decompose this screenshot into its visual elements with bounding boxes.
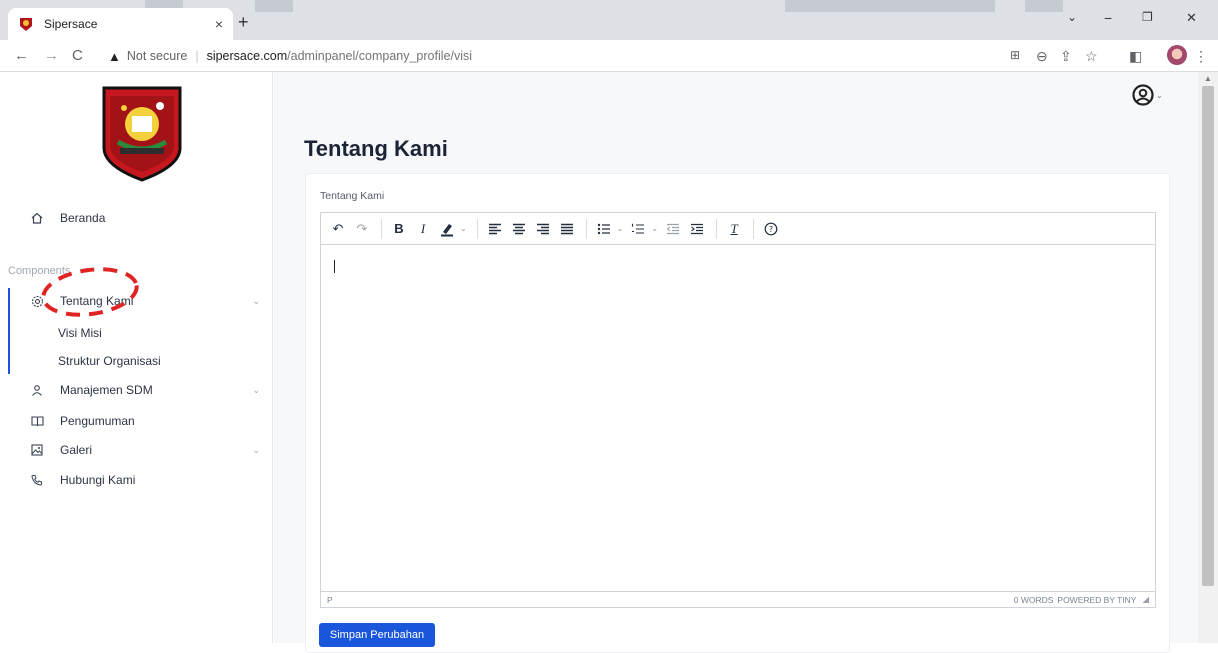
- warning-triangle-icon: ▲: [108, 48, 121, 64]
- chevron-down-icon[interactable]: ⌄: [651, 224, 658, 233]
- new-tab-button[interactable]: +: [238, 12, 249, 33]
- align-justify-icon[interactable]: [556, 218, 578, 240]
- tab-title: Sipersace: [44, 17, 98, 31]
- restore-button[interactable]: ❐: [1142, 10, 1153, 24]
- clear-formatting-icon[interactable]: T: [723, 218, 745, 240]
- outdent-icon[interactable]: [662, 218, 684, 240]
- sidebar: Beranda Components Tentang Kami ⌄ Visi M…: [0, 72, 273, 643]
- browser-tab[interactable]: Sipersace ×: [8, 8, 233, 40]
- url-field[interactable]: ▲ Not secure | sipersace.com /adminpanel…: [108, 44, 998, 68]
- main-content: ⌄ Tentang Kami Tentang Kami ↶ ↷ B I ⌄ ⌄ …: [274, 72, 1198, 653]
- sidebar-item-label: Galeri: [60, 443, 93, 457]
- reload-icon[interactable]: C: [72, 47, 83, 64]
- bold-icon[interactable]: B: [388, 218, 410, 240]
- indent-icon[interactable]: [686, 218, 708, 240]
- chevron-down-icon: ⌄: [1156, 90, 1163, 100]
- field-label: Tentang Kami: [320, 190, 385, 202]
- redo-icon[interactable]: ↷: [351, 218, 373, 240]
- sidebar-item-hubungi-kami[interactable]: Hubungi Kami: [30, 473, 260, 487]
- toolbar-divider: [716, 218, 718, 239]
- chevron-down-icon: ⌄: [252, 444, 260, 455]
- toolbar-divider: [476, 218, 478, 239]
- scrollbar-thumb[interactable]: [1202, 86, 1214, 586]
- sidebar-item-galeri[interactable]: Galeri ⌄: [30, 443, 260, 457]
- background-strip: [1025, 0, 1063, 12]
- bullet-list-icon[interactable]: [593, 218, 615, 240]
- sidebar-item-label: Hubungi Kami: [60, 473, 136, 487]
- sidebar-item-manajemen-sdm[interactable]: Manajemen SDM ⌄: [30, 383, 260, 397]
- form-card: Tentang Kami ↶ ↷ B I ⌄ ⌄ ⌄ T ? P 0 WORDS…: [305, 173, 1170, 653]
- save-changes-button[interactable]: Simpan Perubahan: [319, 623, 435, 647]
- submenu-item-struktur-organisasi[interactable]: Struktur Organisasi: [58, 354, 161, 368]
- sidebar-item-beranda[interactable]: Beranda: [30, 211, 105, 225]
- minimize-button[interactable]: −: [1104, 10, 1112, 26]
- book-icon: [30, 414, 44, 428]
- sidebar-item-label: Pengumuman: [60, 414, 135, 428]
- scroll-up-icon[interactable]: ▲: [1204, 74, 1212, 83]
- sidebar-item-label: Manajemen SDM: [60, 383, 153, 397]
- divider: |: [195, 49, 199, 63]
- toolbar-divider: [585, 218, 587, 239]
- home-icon: [30, 211, 44, 225]
- url-path: /adminpanel/company_profile/visi: [287, 49, 472, 63]
- rich-text-editor: ↶ ↷ B I ⌄ ⌄ ⌄ T ? P 0 WORDS POWERED BY T…: [320, 212, 1156, 608]
- resize-handle-icon[interactable]: ◢: [1142, 594, 1149, 605]
- editor-toolbar: ↶ ↷ B I ⌄ ⌄ ⌄ T ?: [321, 213, 1155, 245]
- align-center-icon[interactable]: [508, 218, 530, 240]
- tab-close-icon[interactable]: ×: [215, 16, 223, 32]
- italic-icon[interactable]: I: [412, 218, 434, 240]
- browser-tab-strip: Sipersace × + ⌄ − ❐ ✕: [0, 0, 1218, 40]
- share-icon[interactable]: ⇪: [1060, 48, 1072, 65]
- phone-icon: [30, 473, 44, 487]
- back-arrow-icon[interactable]: ←: [14, 47, 29, 64]
- bookmark-star-icon[interactable]: ☆: [1085, 48, 1098, 65]
- undo-icon[interactable]: ↶: [327, 218, 349, 240]
- background-strip: [785, 0, 995, 12]
- user-profile-menu[interactable]: ⌄: [1132, 84, 1163, 106]
- forward-arrow-icon[interactable]: →: [44, 47, 59, 64]
- side-panel-icon[interactable]: ◧: [1129, 48, 1142, 65]
- site-favicon-icon: [20, 18, 32, 31]
- tab-search-icon[interactable]: ⌄: [1067, 10, 1077, 24]
- numbered-list-icon[interactable]: [627, 218, 649, 240]
- highlight-circle-annotation: [41, 267, 139, 317]
- close-window-button[interactable]: ✕: [1186, 10, 1197, 26]
- toolbar-divider: [381, 218, 382, 239]
- align-left-icon[interactable]: [484, 218, 506, 240]
- word-count[interactable]: 0 WORDS: [1014, 595, 1054, 605]
- align-right-icon[interactable]: [532, 218, 554, 240]
- sidebar-item-pengumuman[interactable]: Pengumuman: [30, 414, 260, 428]
- active-menu-indicator: [8, 288, 10, 374]
- security-label: Not secure: [126, 49, 188, 63]
- editor-statusbar: P 0 WORDS POWERED BY TINY ◢: [321, 591, 1155, 607]
- element-path[interactable]: P: [327, 595, 1014, 605]
- chevron-down-icon[interactable]: ⌄: [617, 224, 624, 233]
- address-bar-row: ← → C ▲ Not secure | sipersace.com /admi…: [0, 40, 1218, 72]
- sidebar-item-label: Beranda: [60, 211, 106, 225]
- toolbar-divider: [753, 218, 755, 239]
- more-menu-icon[interactable]: ⋮: [1194, 48, 1208, 65]
- zoom-icon[interactable]: ⊖: [1036, 48, 1048, 65]
- user-circle-icon: [1132, 84, 1154, 106]
- user-icon: [30, 383, 44, 397]
- chevron-down-icon: ⌄: [252, 384, 260, 395]
- help-icon[interactable]: ?: [760, 218, 782, 240]
- powered-by-link[interactable]: POWERED BY TINY: [1057, 595, 1136, 605]
- highlight-color-icon[interactable]: [436, 218, 458, 240]
- submenu-item-visi-misi[interactable]: Visi Misi: [58, 326, 102, 340]
- chevron-down-icon: ⌄: [252, 295, 260, 306]
- background-strip: [255, 0, 293, 12]
- profile-avatar-icon[interactable]: [1167, 45, 1187, 65]
- organization-logo: [102, 86, 182, 182]
- text-cursor: [334, 260, 335, 273]
- url-host: sipersace.com: [206, 49, 288, 63]
- web-page: Beranda Components Tentang Kami ⌄ Visi M…: [0, 72, 1218, 653]
- editor-content-area[interactable]: [321, 245, 1155, 591]
- svg-text:?: ?: [769, 225, 773, 234]
- page-title: Tentang Kami: [304, 136, 448, 161]
- translate-icon[interactable]: ⊞: [1010, 48, 1020, 62]
- page-scrollbar[interactable]: ▲: [1198, 72, 1218, 643]
- chevron-down-icon[interactable]: ⌄: [460, 224, 467, 233]
- image-icon: [30, 443, 44, 457]
